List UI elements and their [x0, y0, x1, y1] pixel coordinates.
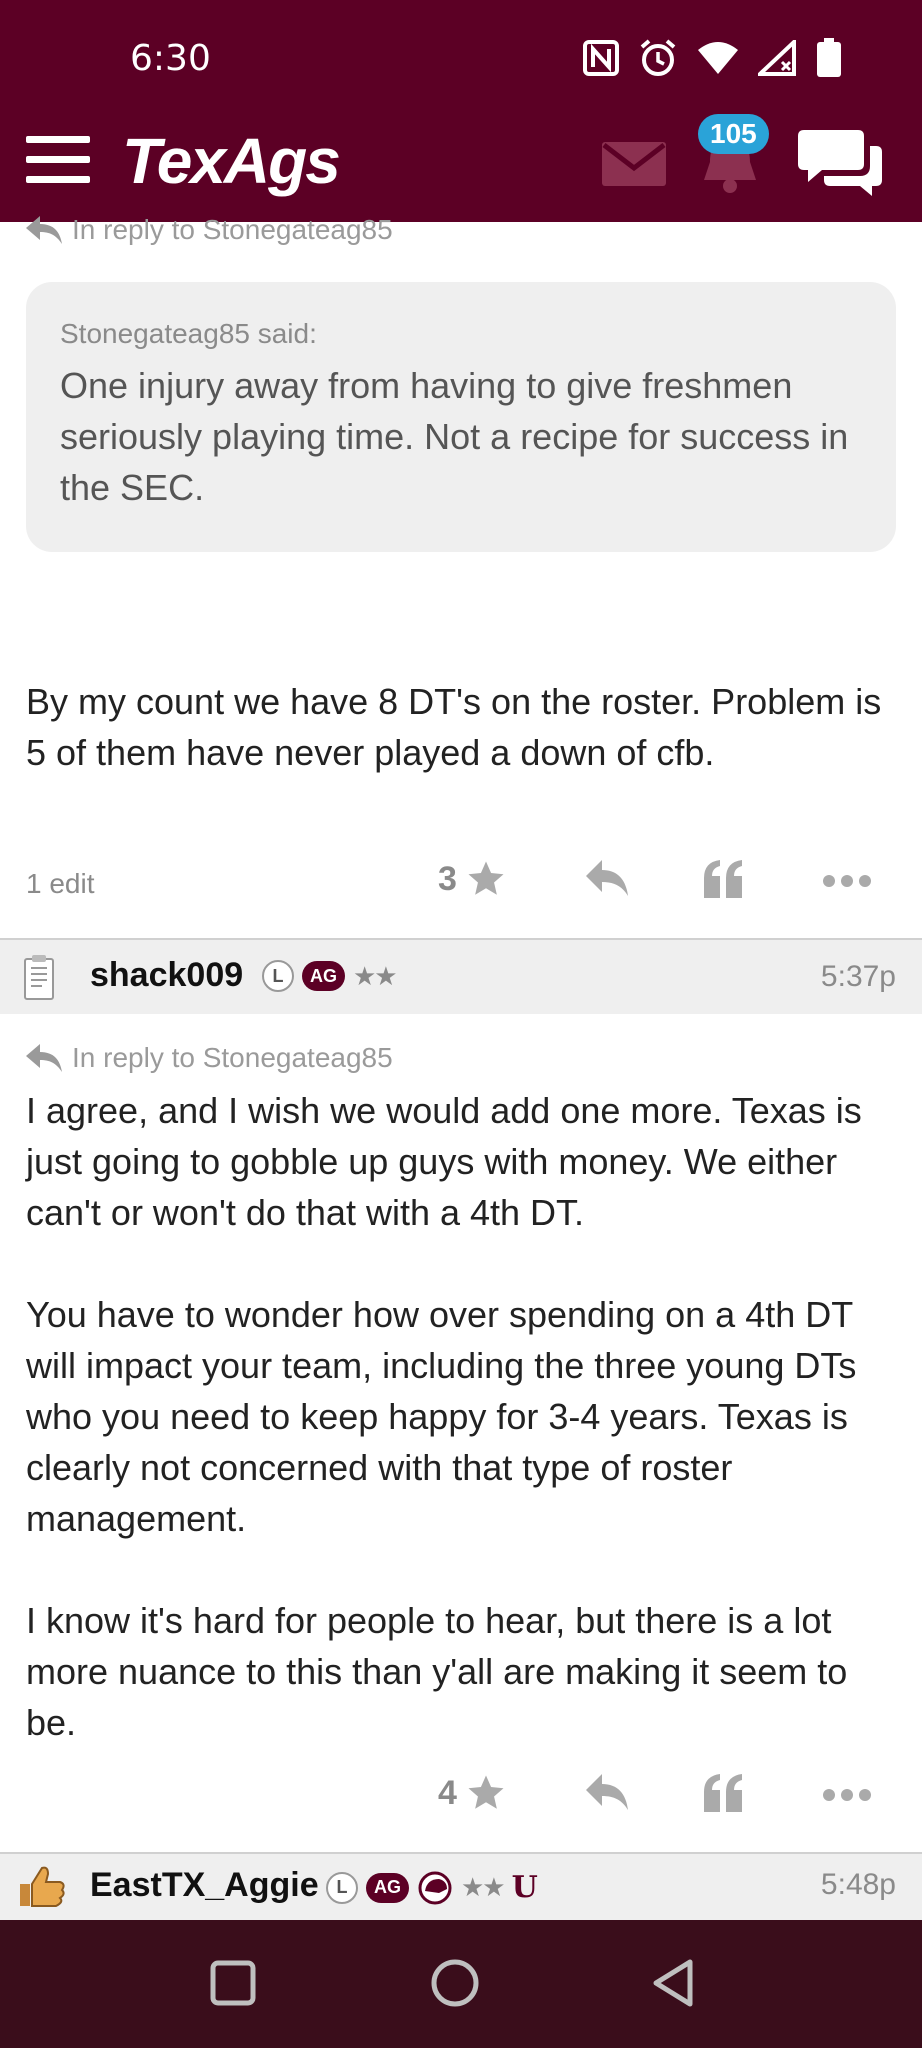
battery-icon [817, 38, 841, 77]
quote-icon[interactable] [702, 1772, 746, 1814]
more-icon[interactable] [822, 1788, 872, 1802]
status-time: 6:30 [130, 38, 211, 79]
alarm-icon [640, 39, 676, 76]
u-badge: U [511, 1870, 538, 1905]
mail-icon[interactable] [602, 142, 666, 186]
quote-icon[interactable] [702, 858, 746, 900]
post-paragraph: You have to wonder how over spending on … [26, 1294, 857, 1539]
lifetime-badge: L [262, 960, 294, 992]
ag-badge: AG [302, 961, 345, 991]
more-icon[interactable] [822, 874, 872, 888]
username[interactable]: EastTX_Aggie [90, 1866, 319, 1905]
rating-stars: ★★ [353, 960, 398, 991]
wifi-icon [698, 42, 738, 74]
star-button[interactable]: 3 [438, 858, 507, 900]
reply-arrow-icon [26, 1044, 62, 1072]
user-badges: L AG ★★ U [326, 1870, 538, 1905]
star-count: 3 [438, 859, 457, 898]
star-count: 4 [438, 1773, 457, 1812]
helmet-icon [418, 1871, 452, 1904]
status-icons [582, 38, 842, 78]
post-paragraph: By my count we have 8 DT's on the roster… [26, 681, 882, 773]
signal-icon [758, 40, 796, 76]
post-actions: 4 [0, 1768, 922, 1828]
quote-author: Stonegateag85 said: [60, 318, 317, 349]
chat-icon[interactable] [798, 126, 882, 196]
recents-icon[interactable] [210, 1960, 256, 2006]
user-badges: L AG ★★ [262, 960, 398, 992]
post-time: 5:48p [820, 1868, 896, 1901]
rating-stars: ★★ [461, 1872, 506, 1902]
post-actions: 1 edit 3 [0, 854, 922, 914]
notification-badge[interactable]: 105 [698, 114, 769, 154]
texags-logo[interactable]: TexAgs [122, 124, 341, 198]
post-header: EastTX_Aggie L AG ★★ U 5:48p [0, 1852, 922, 1920]
reply-icon[interactable] [584, 858, 630, 898]
star-icon [468, 1775, 504, 1809]
in-reply-to[interactable]: In reply to Stonegateag85 [26, 1042, 393, 1074]
back-icon[interactable] [650, 1958, 696, 2008]
post-body: I agree, and I wish we would add one mor… [26, 1085, 896, 1748]
avatar[interactable] [22, 954, 58, 1002]
quote-text: One injury away from having to give fres… [60, 365, 849, 508]
reply-icon[interactable] [584, 1772, 630, 1812]
post-paragraph: I know it's hard for people to hear, but… [26, 1600, 848, 1743]
username[interactable]: shack009 [90, 956, 243, 995]
in-reply-to-label: In reply to Stonegateag85 [72, 214, 393, 245]
star-button[interactable]: 4 [438, 1772, 507, 1814]
thumbs-up-avatar[interactable] [16, 1864, 66, 1910]
post-paragraph: I agree, and I wish we would add one mor… [26, 1090, 862, 1233]
home-icon[interactable] [430, 1958, 480, 2008]
in-reply-to-label: In reply to Stonegateag85 [72, 1042, 393, 1073]
quote-block: Stonegateag85 said: One injury away from… [26, 282, 896, 552]
menu-icon[interactable] [26, 136, 90, 184]
post-header: shack009 L AG ★★ 5:37p [0, 938, 922, 1014]
nfc-icon [583, 40, 619, 76]
post-body: By my count we have 8 DT's on the roster… [26, 676, 896, 778]
in-reply-to[interactable]: In reply to Stonegateag85 [26, 214, 393, 246]
edit-note[interactable]: 1 edit [26, 868, 95, 900]
lifetime-badge: L [326, 1871, 358, 1904]
system-nav-bar [0, 1920, 922, 2048]
ag-badge: AG [366, 1872, 409, 1903]
star-icon [468, 861, 504, 895]
reply-arrow-icon [26, 216, 62, 244]
post-time: 5:37p [820, 960, 896, 993]
screen: 6:30 TexAgs 105 In reply to Stonegateag8… [0, 0, 922, 2048]
app-header: 6:30 TexAgs 105 [0, 0, 922, 222]
